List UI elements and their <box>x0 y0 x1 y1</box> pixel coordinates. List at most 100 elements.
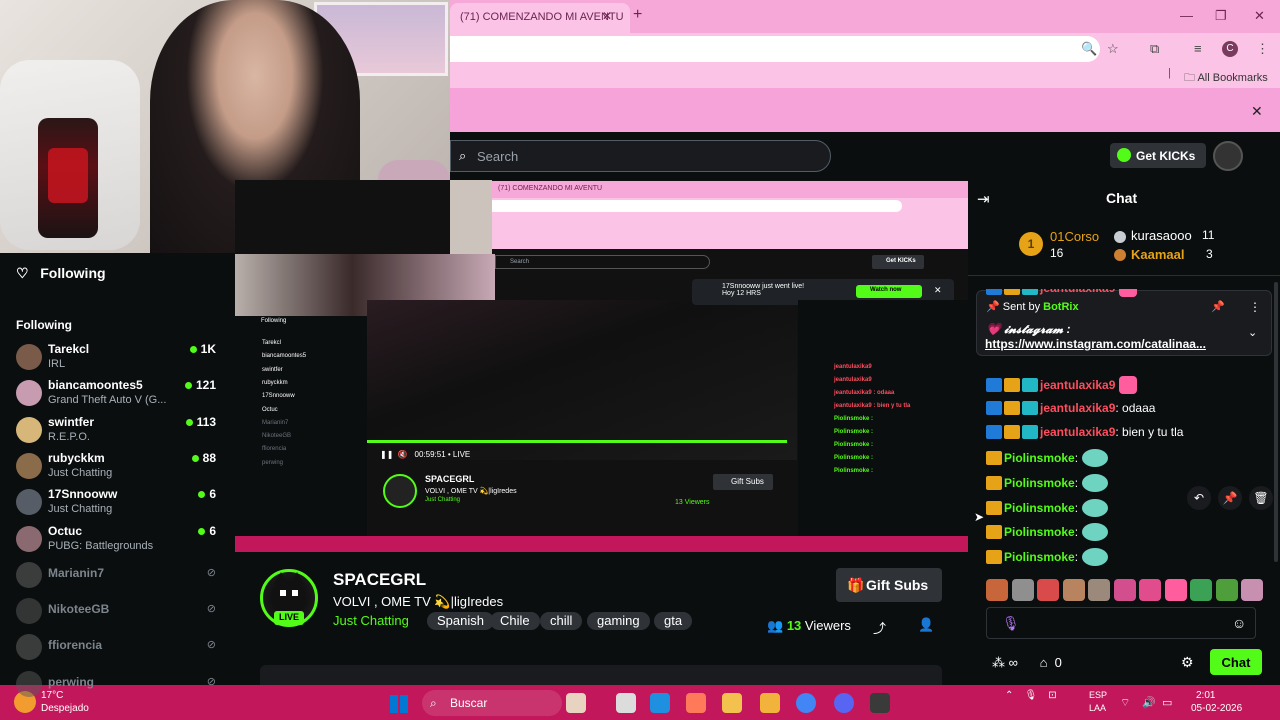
emote-icon[interactable] <box>1011 579 1034 601</box>
media-icon[interactable]: ≡ <box>1194 41 1202 56</box>
clock-date[interactable]: 05-02-2026 <box>1191 703 1242 714</box>
menu-dots-icon[interactable]: ⋮ <box>1256 41 1269 57</box>
pin-message-icon[interactable]: 📌 <box>1218 486 1242 510</box>
search-input[interactable]: Search <box>450 140 831 172</box>
copilot-icon[interactable] <box>686 693 706 713</box>
chat-username[interactable]: Piolinsmoke <box>1004 525 1075 539</box>
sidebar-following-nav[interactable]: ♡ Following <box>16 265 106 282</box>
weather-desc[interactable]: Despejado <box>41 703 89 714</box>
emote-icon[interactable] <box>1113 579 1136 601</box>
emote-icon[interactable] <box>1088 579 1110 601</box>
sidebar-item-ffiorencia[interactable]: ffiorencia ⊘ <box>16 630 220 664</box>
stream-tag[interactable]: Chile <box>490 612 540 630</box>
sidebar-item-marianin7[interactable]: Marianin7 ⊘ <box>16 558 220 592</box>
emote-icon[interactable] <box>1062 579 1085 601</box>
chat-username[interactable]: Piolinsmoke <box>1004 476 1075 490</box>
chat-send-button[interactable]: Chat <box>1210 649 1262 675</box>
streamer-name[interactable]: SPACEGRL <box>333 570 426 590</box>
chat-message[interactable]: jeantulaxika9: odaaa <box>986 400 1155 422</box>
network-icon[interactable]: ⌔ <box>1120 696 1130 710</box>
obs-icon[interactable] <box>870 693 890 713</box>
emote-icon[interactable] <box>1190 579 1212 601</box>
chat-username[interactable]: Piolinsmoke <box>1004 501 1075 515</box>
chat-message[interactable]: Piolinsmoke: <box>986 548 1109 570</box>
tab-close-icon[interactable]: ✕ <box>602 9 612 23</box>
sidebar-item-17snnooww[interactable]: 17Snnooww Just Chatting 6 <box>16 485 220 519</box>
volume-tray-icon[interactable]: 🔊 <box>1142 696 1156 709</box>
share-icon[interactable]: ⤴ <box>873 618 886 637</box>
chat-message[interactable]: Piolinsmoke: <box>986 474 1109 496</box>
stream-tag[interactable]: Spanish <box>427 612 494 630</box>
emote-icon[interactable] <box>986 579 1008 601</box>
points-icon[interactable]: ⁂ ∞ <box>992 655 1018 670</box>
unpin-icon[interactable]: 📌 <box>1211 300 1225 313</box>
banner-close-icon[interactable]: ✕ <box>1251 103 1263 120</box>
sidebar-item-category: Just Chatting <box>48 503 113 516</box>
discord-icon[interactable] <box>834 693 854 713</box>
bookmark-star-icon[interactable]: ☆ <box>1107 41 1119 57</box>
emoji-icon[interactable]: ☺ <box>1232 615 1246 631</box>
sidebar-item-octuc[interactable]: Octuc PUBG: Battlegrounds 6 <box>16 522 220 556</box>
reply-icon[interactable]: ↶ <box>1187 486 1211 510</box>
folder-icon[interactable] <box>722 693 742 713</box>
emote-icon[interactable] <box>1139 579 1161 601</box>
chat-username[interactable]: jeantulaxika9 <box>1040 425 1115 439</box>
chrome-icon[interactable] <box>796 693 816 713</box>
chat-message[interactable]: jeantulaxika9 <box>986 376 1138 398</box>
new-tab-button[interactable]: + <box>633 6 642 24</box>
taskbar-search[interactable]: Buscar <box>422 690 562 716</box>
emote-icon[interactable] <box>1037 579 1059 601</box>
system-tray[interactable]: ⌃ 🎙 ⊡ <box>1005 690 1057 701</box>
more-options-icon[interactable]: ⋮ <box>1249 300 1261 314</box>
chat-settings-icon[interactable]: ⚙ <box>1181 654 1194 671</box>
chat-username[interactable]: Piolinsmoke <box>1004 550 1075 564</box>
sidebar-item-biancamoontes5[interactable]: biancamoontes5 Grand Theft Auto V (G... 12… <box>16 376 220 410</box>
minimize-icon[interactable]: — <box>1180 8 1193 23</box>
user-avatar[interactable] <box>1213 141 1243 171</box>
widget-icon[interactable] <box>566 693 586 713</box>
microphone-icon[interactable]: 🎙 <box>1002 615 1020 632</box>
emote-icon[interactable] <box>1164 579 1187 601</box>
zoom-icon[interactable]: 🔍 <box>1081 41 1097 57</box>
address-bar[interactable] <box>450 36 1100 62</box>
chat-username[interactable]: jeantulaxika9 <box>1040 401 1115 415</box>
emote-icon[interactable] <box>1241 579 1263 601</box>
stream-category[interactable]: Just Chatting <box>333 613 409 628</box>
pinned-link[interactable]: https://www.instagram.com/catalinaa... <box>985 337 1206 351</box>
chat-message[interactable]: Piolinsmoke: <box>986 499 1109 521</box>
chevron-down-icon[interactable]: ⌄ <box>1248 326 1257 339</box>
follow-user-icon[interactable]: 👤 <box>918 617 934 633</box>
emote-icon[interactable] <box>1215 579 1238 601</box>
keyboard-label[interactable]: LAA <box>1089 703 1106 713</box>
language-label[interactable]: ESP <box>1089 690 1107 700</box>
profile-avatar[interactable]: C <box>1222 41 1238 57</box>
start-button[interactable] <box>390 695 408 713</box>
sidebar-item-perwing[interactable]: perwing ⊘ <box>16 667 220 701</box>
battery-icon[interactable]: ▭ <box>1162 696 1172 709</box>
chat-message[interactable]: Piolinsmoke: <box>986 449 1109 471</box>
chat-message[interactable]: Piolinsmoke: <box>986 523 1109 545</box>
edge-icon[interactable] <box>650 693 670 713</box>
file-explorer-icon[interactable] <box>616 693 636 713</box>
chat-message[interactable]: jeantulaxika9: bien y tu tla <box>986 424 1183 446</box>
chat-input[interactable] <box>986 607 1256 639</box>
clock-time[interactable]: 2:01 <box>1196 690 1215 701</box>
chat-username[interactable]: Piolinsmoke <box>1004 451 1075 465</box>
stream-tag[interactable]: gaming <box>587 612 650 630</box>
stream-tag[interactable]: chill <box>540 612 583 630</box>
stream-tag[interactable]: gta <box>654 612 693 630</box>
sidebar-item-nikoteegb[interactable]: NikoteeGB ⊘ <box>16 594 220 628</box>
sidebar-item-tarekcl[interactable]: Tarekcl IRL 1K <box>16 340 220 374</box>
store-icon[interactable]: ⌂ <box>1040 655 1048 670</box>
restore-icon[interactable]: ❐ <box>1215 8 1227 24</box>
delete-icon[interactable]: 🗑 <box>1249 486 1273 510</box>
sidebar-item-rubyckkm[interactable]: rubyckkm Just Chatting 88 <box>16 449 220 483</box>
chat-scrollbar[interactable] <box>1274 282 1278 562</box>
chat-username[interactable]: jeantulaxika9 <box>1040 378 1115 392</box>
all-bookmarks-button[interactable]: 🗀 All Bookmarks <box>1184 69 1268 88</box>
close-window-icon[interactable]: ✕ <box>1254 8 1265 24</box>
store-icon[interactable] <box>760 693 780 713</box>
extensions-icon[interactable]: ⧉ <box>1150 41 1159 57</box>
sidebar-item-swintfer[interactable]: swintfer R.E.P.O. 113 <box>16 413 220 447</box>
collapse-chat-icon[interactable]: ⇥ <box>977 190 990 208</box>
